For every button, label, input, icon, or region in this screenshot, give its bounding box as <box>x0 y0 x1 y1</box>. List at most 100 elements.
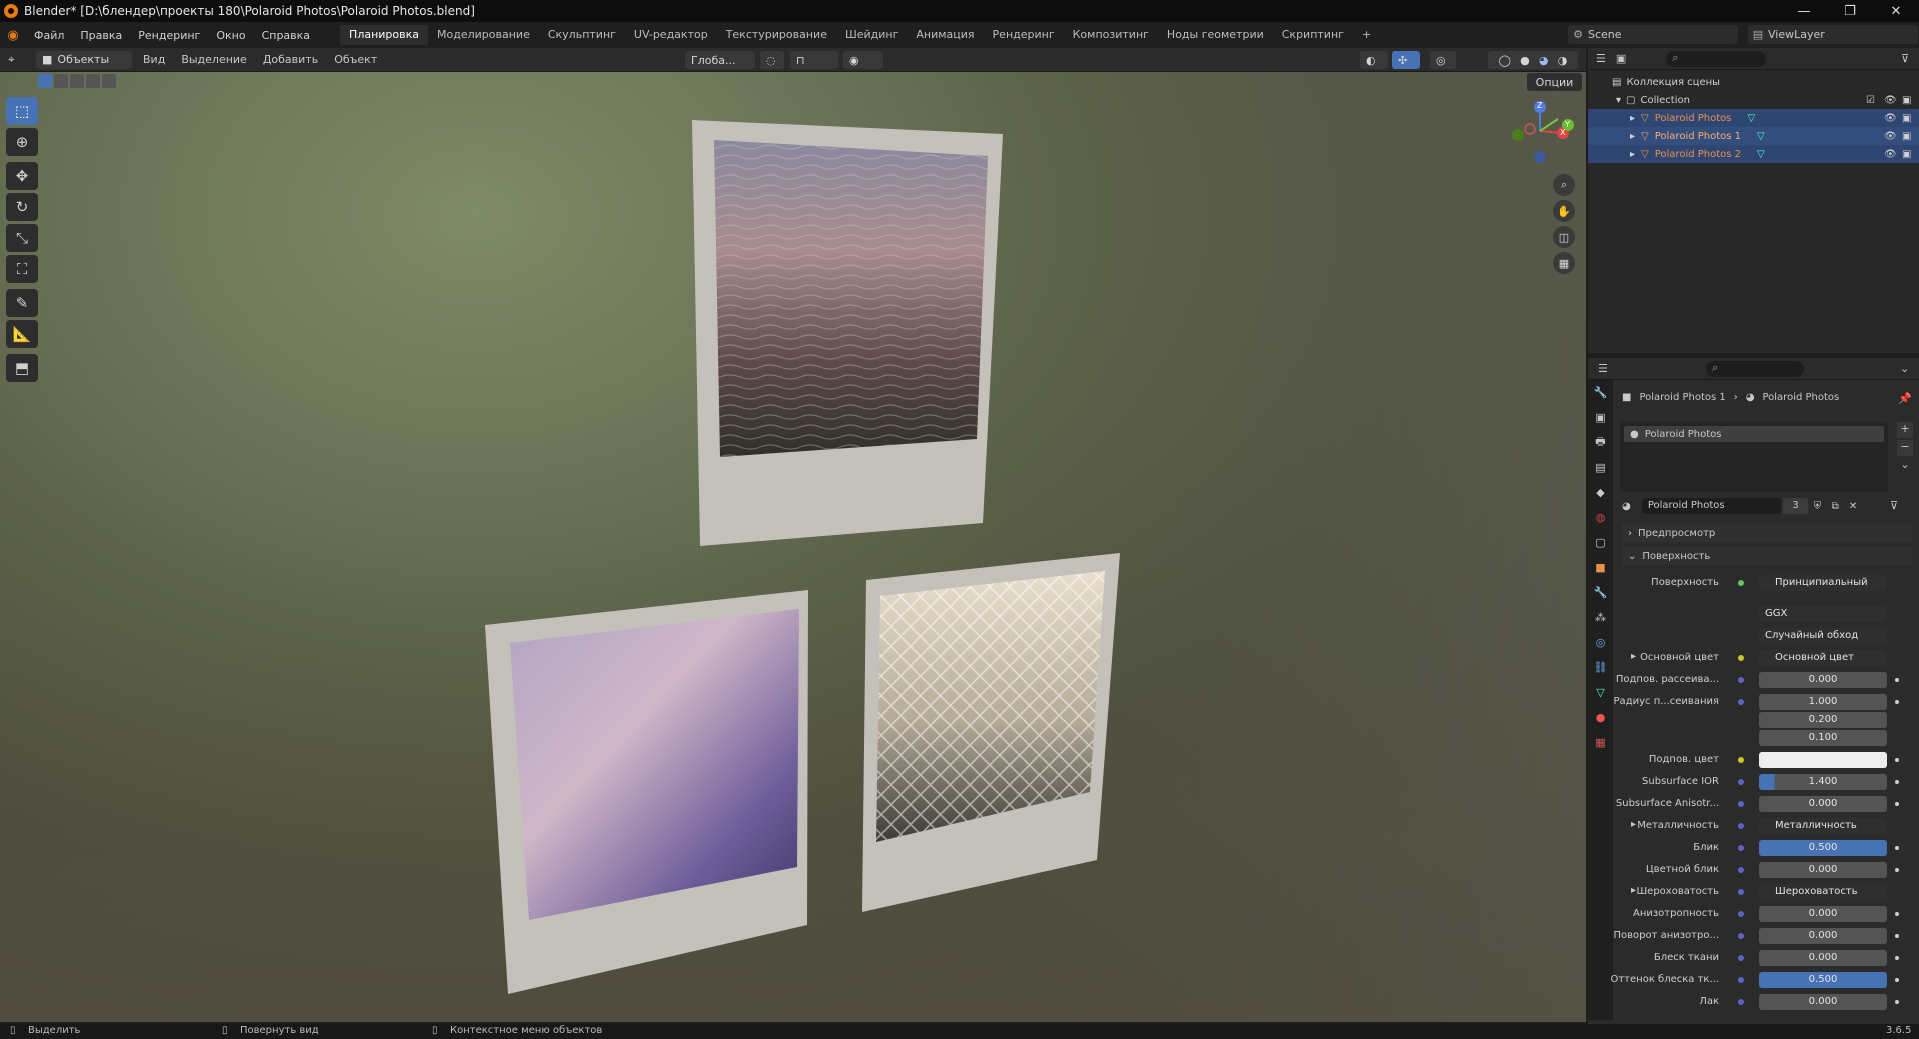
clearcoat-field[interactable]: 0.000 <box>1759 994 1887 1010</box>
surface-shader-field[interactable]: Принципиальный BSDF <box>1759 575 1887 591</box>
add-slot-button[interactable]: + <box>1897 422 1913 438</box>
tab-compositing[interactable]: Композитинг <box>1064 25 1158 45</box>
data-tab-icon[interactable]: ▽ <box>1588 680 1613 705</box>
chevron-down-icon[interactable]: ⌄ <box>1900 362 1909 375</box>
solid-shading-icon[interactable]: ● <box>1520 54 1530 67</box>
camera-render-icon[interactable]: ▣ <box>1902 131 1911 142</box>
physics-tab-icon[interactable]: ◎ <box>1588 630 1613 655</box>
tab-scripting[interactable]: Скриптинг <box>1273 25 1353 45</box>
anisotropic-rotation-field[interactable]: 0.000 <box>1759 928 1887 944</box>
view-layer-selector[interactable]: ▤ ViewLayer <box>1748 25 1918 44</box>
duplicate-icon[interactable]: ⧉ <box>1826 501 1844 512</box>
menu-view[interactable]: Вид <box>138 53 170 66</box>
keyframe-dot-icon[interactable] <box>1895 802 1899 806</box>
subsurface-color-swatch[interactable] <box>1759 752 1887 768</box>
gizmo-toggle-icon[interactable]: ✣ <box>1392 51 1420 69</box>
shading-modes[interactable]: ◯ ● ◕ ◑ <box>1488 51 1578 69</box>
transform-orientation[interactable]: Глоба... <box>685 51 755 69</box>
keyframe-dot-icon[interactable] <box>1895 1000 1899 1004</box>
properties-editor-icon[interactable]: ☰ <box>1598 362 1608 375</box>
menu-edit[interactable]: Правка <box>72 29 130 42</box>
blender-menu-icon[interactable]: ◉ <box>0 28 26 43</box>
tab-sculpting[interactable]: Скульптинг <box>539 25 625 45</box>
subsurface-field[interactable]: 0.000 <box>1759 672 1887 688</box>
menu-select[interactable]: Выделение <box>176 53 252 66</box>
mode-selector[interactable]: ■ Объекты <box>36 50 132 69</box>
expand-arrow-icon[interactable]: ▾ <box>1616 95 1621 106</box>
camera-render-icon[interactable]: ▣ <box>1902 95 1911 106</box>
keyframe-dot-icon[interactable] <box>1895 868 1899 872</box>
material-users-count[interactable]: 3 <box>1782 498 1809 514</box>
material-slot-list[interactable]: ● Polaroid Photos <box>1620 422 1888 492</box>
render-tab-icon[interactable]: ▣ <box>1588 405 1613 430</box>
subsurface-radius-x-field[interactable]: 1.000 <box>1759 694 1887 710</box>
tab-rendering[interactable]: Рендеринг <box>984 25 1064 45</box>
minimize-button[interactable]: — <box>1781 0 1827 22</box>
unlink-x-icon[interactable]: ✕ <box>1844 501 1862 512</box>
material-browse-icon[interactable]: ◕ <box>1622 501 1642 512</box>
eye-icon[interactable]: 👁 <box>1884 95 1897 106</box>
proportional-edit-icon[interactable]: ◉ <box>843 51 883 69</box>
tab-geometry-nodes[interactable]: Ноды геометрии <box>1158 25 1273 45</box>
subsurface-method-dropdown[interactable]: Случайный обход <box>1759 628 1887 644</box>
keyframe-dot-icon[interactable] <box>1895 700 1899 704</box>
eye-icon[interactable]: 👁 <box>1884 149 1897 160</box>
base-color-link-field[interactable]: Основной цвет <box>1759 650 1887 666</box>
preview-panel-header[interactable]: › Предпросмотр <box>1622 524 1912 542</box>
menu-help[interactable]: Справка <box>254 29 318 42</box>
properties-search-input[interactable]: ⌕ <box>1706 361 1804 377</box>
constraints-tab-icon[interactable]: ⛓ <box>1588 655 1613 680</box>
editor-type-icon[interactable]: ⌖ <box>8 52 30 67</box>
expand-arrow-icon[interactable]: ▸ <box>1630 131 1635 142</box>
collection-tab-icon[interactable]: ▢ <box>1588 530 1613 555</box>
expand-arrow-icon[interactable]: ▸ <box>1631 819 1636 830</box>
expand-arrow-icon[interactable]: ▸ <box>1630 113 1635 124</box>
eye-icon[interactable]: 👁 <box>1884 131 1897 142</box>
object-tab-icon[interactable]: ■ <box>1588 555 1613 580</box>
tab-animation[interactable]: Анимация <box>907 25 983 45</box>
tab-modeling[interactable]: Моделирование <box>428 25 539 45</box>
keyframe-dot-icon[interactable] <box>1895 758 1899 762</box>
keyframe-dot-icon[interactable] <box>1895 956 1899 960</box>
overlay-icon[interactable]: ◎ <box>1430 51 1456 69</box>
rendered-shading-icon[interactable]: ◑ <box>1558 54 1568 67</box>
expand-arrow-icon[interactable]: ▸ <box>1631 651 1636 662</box>
tab-uv-editing[interactable]: UV-редактор <box>625 25 717 45</box>
keyframe-dot-icon[interactable] <box>1895 912 1899 916</box>
fake-user-shield-icon[interactable]: ⛨ <box>1808 501 1826 512</box>
roughness-link-field[interactable]: Шероховатость <box>1759 884 1887 900</box>
display-mode-icon[interactable]: ▣ <box>1616 52 1626 65</box>
polaroid-bottom-left[interactable] <box>485 590 808 994</box>
menu-window[interactable]: Окно <box>208 29 253 42</box>
tab-shading[interactable]: Шейдинг <box>836 25 907 45</box>
subsurface-ior-field[interactable]: 1.400 <box>1759 774 1887 790</box>
expand-arrow-icon[interactable]: ▸ <box>1631 885 1636 896</box>
pivot-icon[interactable]: ◌ <box>760 51 784 69</box>
surface-panel-header[interactable]: ⌄ Поверхность <box>1622 547 1912 565</box>
close-window-button[interactable]: ✕ <box>1873 0 1919 22</box>
3d-viewport[interactable]: Опции ⬚ ⊕ ✥ ↻ ⤡ ⛶ ✎ 📐 ⬒ Z X Y ⌕ ✋ ◫ ▦ <box>0 72 1586 1022</box>
keyframe-dot-icon[interactable] <box>1895 978 1899 982</box>
texture-tab-icon[interactable]: ▦ <box>1588 730 1613 755</box>
collection-row[interactable]: ▾ ▢ Collection ☑ 👁 ▣ <box>1588 91 1919 109</box>
subsurface-radius-y-field[interactable]: 0.200 <box>1759 712 1887 728</box>
scene-tab-icon[interactable]: ◆ <box>1588 480 1613 505</box>
material-shading-icon[interactable]: ◕ <box>1539 54 1549 67</box>
remove-slot-button[interactable]: − <box>1897 440 1913 456</box>
material-tab-icon[interactable]: ● <box>1588 705 1613 730</box>
tab-texture-paint[interactable]: Текстурирование <box>717 25 836 45</box>
tab-layout[interactable]: Планировка <box>340 25 429 45</box>
eye-icon[interactable]: 👁 <box>1884 113 1897 124</box>
outliner-object-row[interactable]: ▸ ▽ Polaroid Photos 2 ▽ 👁 ▣ <box>1588 145 1919 163</box>
particles-tab-icon[interactable]: ⁂ <box>1588 605 1613 630</box>
maximize-button[interactable]: ❐ <box>1827 0 1873 22</box>
wireframe-shading-icon[interactable]: ◯ <box>1499 54 1511 67</box>
scene-collection-row[interactable]: ▤ Коллекция сцены <box>1588 73 1919 91</box>
metallic-link-field[interactable]: Металличность <box>1759 818 1887 834</box>
output-tab-icon[interactable]: 🖶 <box>1588 430 1613 455</box>
camera-render-icon[interactable]: ▣ <box>1902 113 1911 124</box>
slot-menu-chevron-icon[interactable]: ⌄ <box>1897 458 1913 474</box>
menu-render[interactable]: Рендеринг <box>130 29 208 42</box>
material-slot[interactable]: ● Polaroid Photos <box>1624 426 1884 442</box>
filter-funnel-icon[interactable]: ⊽ <box>1890 499 1898 512</box>
